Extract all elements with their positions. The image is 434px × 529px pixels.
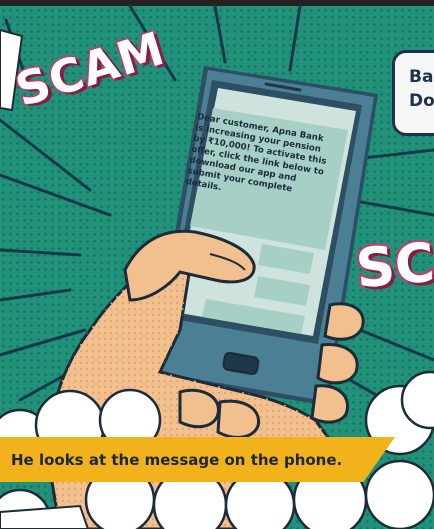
speech-bubble: Ba Do: [392, 50, 434, 136]
scam-stamp-right: SC: [351, 229, 434, 303]
caption-banner: He looks at the message on the phone.: [0, 437, 395, 482]
comic-panel: SCAM SC Ba Do Dear customer, Apna Bank i…: [0, 0, 434, 529]
caption-text: He looks at the message on the phone.: [11, 450, 343, 469]
speech-bubble-line-1: Ba: [409, 67, 434, 87]
speech-bubble-line-2: Do: [409, 91, 434, 111]
sms-message-text: Dear customer, Apna Bank is increasing y…: [184, 112, 328, 195]
